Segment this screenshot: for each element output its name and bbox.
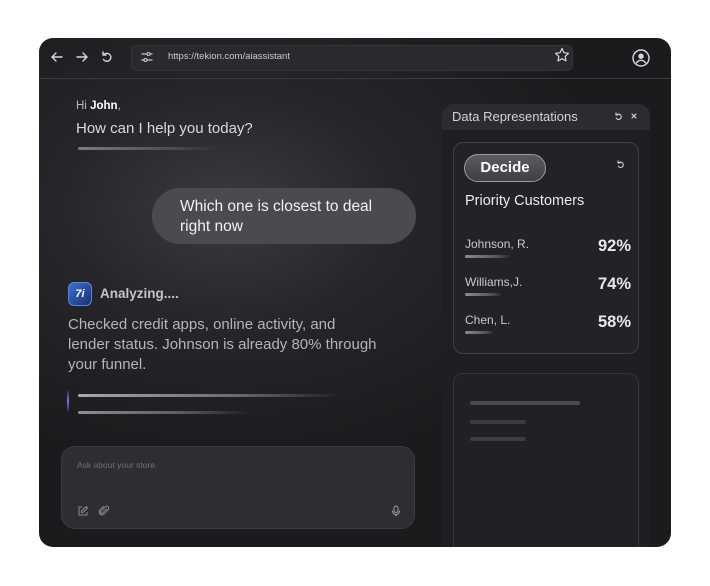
url-text[interactable]: https://tekion.com/aiassistant	[168, 51, 290, 62]
score-bar	[465, 331, 494, 334]
microphone-icon[interactable]	[390, 504, 402, 517]
chat-input-placeholder: Ask about your store.	[77, 460, 158, 470]
edit-icon[interactable]	[77, 504, 89, 516]
priority-customers-card: Decide Priority Customers Johnson, R. 92…	[453, 142, 639, 354]
attach-icon[interactable]	[98, 504, 110, 516]
customer-name: Chen, L.	[465, 313, 511, 327]
star-icon[interactable]	[553, 46, 571, 64]
customer-score: 58%	[597, 313, 631, 331]
assistant-logo-icon: 7i	[68, 282, 92, 306]
forward-arrow-icon[interactable]	[75, 50, 89, 64]
score-bar	[465, 255, 511, 258]
data-representations-panel: Data Representations Decide Priority Cus…	[442, 104, 650, 547]
reload-icon[interactable]	[100, 50, 114, 64]
refresh-icon[interactable]	[614, 112, 623, 123]
customer-score: 92%	[597, 237, 631, 255]
skeleton-line	[470, 401, 580, 405]
address-bar[interactable]: https://tekion.com/aiassistant	[131, 45, 573, 71]
card-title: Priority Customers	[465, 193, 585, 209]
customer-name: Williams,J.	[465, 275, 523, 289]
refresh-icon[interactable]	[616, 160, 625, 171]
score-bar	[465, 293, 502, 296]
customer-score: 74%	[597, 275, 631, 293]
loading-bar	[78, 411, 250, 414]
customer-row[interactable]: Johnson, R. 92%	[465, 237, 631, 267]
loading-card	[453, 373, 639, 547]
typing-cursor	[67, 389, 69, 413]
loading-bar	[78, 394, 340, 397]
greeting-divider	[78, 147, 218, 150]
close-icon[interactable]	[630, 112, 638, 122]
greeting-question: How can I help you today?	[76, 120, 253, 137]
browser-window: https://tekion.com/aiassistant Hi John, …	[39, 38, 671, 547]
user-name: John	[90, 100, 118, 112]
customer-name: Johnson, R.	[465, 237, 530, 251]
assistant-message: Checked credit apps, online activity, an…	[68, 316, 377, 373]
panel-header: Data Representations	[442, 104, 650, 130]
panel-title: Data Representations	[452, 109, 578, 124]
browser-toolbar: https://tekion.com/aiassistant	[39, 38, 671, 79]
skeleton-line	[470, 437, 526, 441]
skeleton-line	[470, 420, 526, 424]
back-arrow-icon[interactable]	[50, 50, 64, 64]
customer-row[interactable]: Chen, L. 58%	[465, 313, 631, 343]
chat-input[interactable]: Ask about your store.	[61, 446, 415, 529]
assistant-status: Analyzing....	[100, 286, 179, 301]
tune-icon[interactable]	[140, 50, 154, 64]
profile-icon[interactable]	[632, 49, 650, 67]
customer-row[interactable]: Williams,J. 74%	[465, 275, 631, 305]
greeting-hi: Hi John,	[76, 100, 121, 112]
decide-button[interactable]: Decide	[464, 154, 546, 182]
user-message-bubble: Which one is closest to deal right now	[152, 188, 416, 244]
